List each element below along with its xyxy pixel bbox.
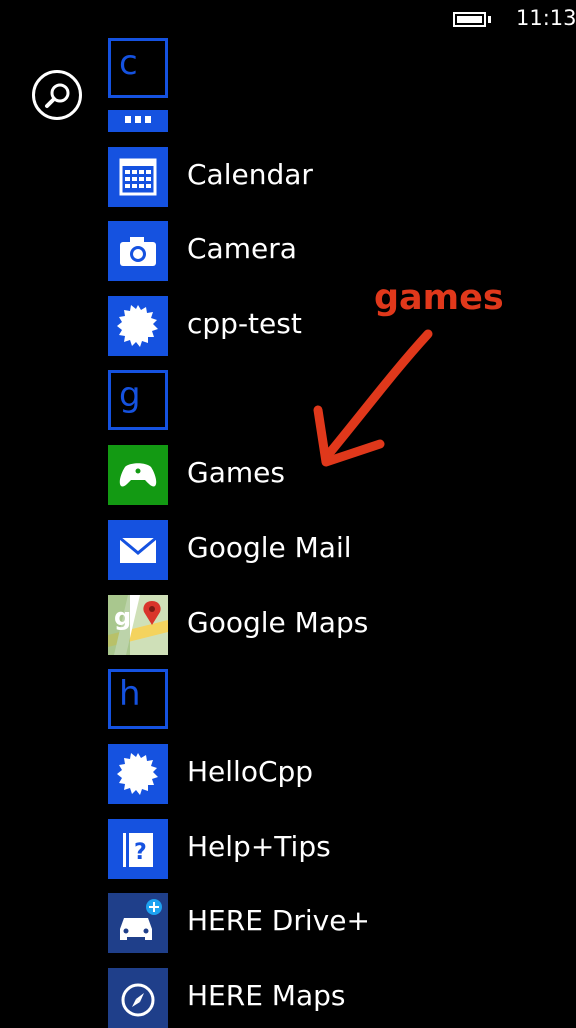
gear-badge-icon: [117, 753, 158, 795]
app-label: cpp-test: [187, 307, 302, 340]
app-label: Camera: [187, 232, 297, 265]
letter-tile-c[interactable]: c: [108, 38, 548, 98]
list-item-camera[interactable]: Camera: [108, 221, 548, 281]
gear-badge-icon: [117, 305, 158, 347]
letter-g: g: [119, 375, 141, 415]
google-maps-icon: g: [108, 595, 168, 655]
annotation-arrow: [313, 329, 433, 467]
list-item-here-drive[interactable]: HERE Drive+: [108, 893, 548, 953]
list-item-calendar[interactable]: Calendar: [108, 147, 548, 207]
letter-h: h: [119, 674, 141, 714]
annotation-label: games: [374, 278, 504, 318]
letter-c: c: [119, 43, 138, 83]
list-item-google-mail[interactable]: Google Mail: [108, 520, 548, 580]
svg-text:g: g: [114, 603, 131, 631]
app-label: Games: [187, 456, 285, 489]
list-item-hellocpp[interactable]: HelloCpp: [108, 744, 548, 804]
help-book-icon: ?: [123, 833, 153, 867]
app-label: HERE Drive+: [187, 904, 370, 937]
svg-text:?: ?: [134, 840, 147, 865]
partial-app-tile[interactable]: [108, 110, 168, 132]
app-label: Help+Tips: [187, 830, 331, 863]
app-label: HelloCpp: [187, 755, 314, 788]
letter-tile-h[interactable]: h: [108, 669, 548, 729]
compass-icon: [121, 983, 155, 1017]
list-item-google-maps[interactable]: g Google Maps: [108, 595, 548, 655]
app-label: Google Mail: [187, 531, 352, 564]
app-list: c Calendar Camera cpp-test g Games Googl…: [0, 0, 576, 1028]
calendar-icon: [119, 158, 157, 196]
app-label: Google Maps: [187, 606, 369, 639]
list-item-help-tips[interactable]: ? Help+Tips: [108, 819, 548, 879]
car-icon: [120, 899, 162, 940]
app-icon: [125, 116, 151, 123]
camera-icon: [120, 237, 156, 266]
xbox-controller-icon: [119, 463, 157, 487]
app-label: Calendar: [187, 158, 313, 191]
app-label: HERE Maps: [187, 979, 346, 1012]
mail-icon: [119, 536, 157, 563]
list-item-here-maps[interactable]: HERE Maps: [108, 968, 548, 1028]
